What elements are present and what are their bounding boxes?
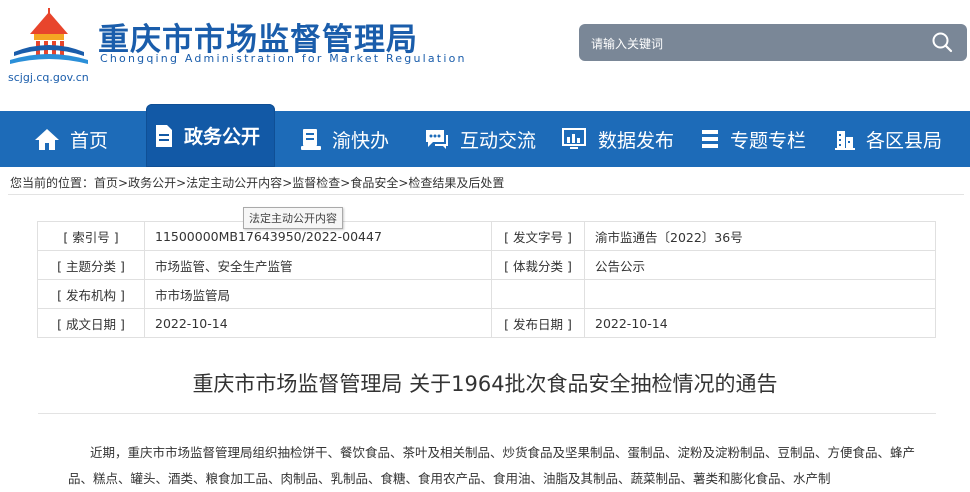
search-box xyxy=(579,24,967,61)
issuer-value: 市市场监管局 xyxy=(144,279,492,309)
topic-value: 市场监管、安全生产监管 xyxy=(144,250,492,280)
nav-item-interaction[interactable]: 互动交流 xyxy=(424,111,536,167)
nav-label-home: 首页 xyxy=(70,129,109,152)
nav-item-data-release[interactable]: 数据发布 xyxy=(562,111,674,167)
published-date-label: [ 发布日期 ] xyxy=(491,308,585,338)
nav-label-interaction: 互动交流 xyxy=(460,129,537,152)
site-header: 重庆市市场监督管理局 Chongqing Administration for … xyxy=(0,0,970,110)
nav-item-government-affairs[interactable]: 政务公开 xyxy=(146,104,275,167)
breadcrumb-link[interactable]: 法定主动公开内容 xyxy=(186,176,282,190)
genre-value: 公告公示 xyxy=(584,250,936,280)
link-tooltip: 法定主动公开内容 xyxy=(243,207,343,229)
breadcrumb-link[interactable]: 监督检查 xyxy=(292,176,340,190)
table-row: [ 主题分类 ] 市场监管、安全生产监管 [ 体裁分类 ] 公告公示 xyxy=(37,250,936,280)
doc-number-label: [ 发文字号 ] xyxy=(491,221,585,251)
title-divider xyxy=(38,413,936,414)
nav-item-yukuaiban[interactable]: 渝快办 xyxy=(300,111,389,167)
site-domain: scjgj.cq.gov.cn xyxy=(8,71,89,84)
breadcrumb-separator: > xyxy=(176,176,187,190)
genre-label: [ 体裁分类 ] xyxy=(491,250,585,280)
topic-label: [ 主题分类 ] xyxy=(37,250,145,280)
published-date-value: 2022-10-14 xyxy=(584,308,936,338)
breadcrumb-link[interactable]: 政务公开 xyxy=(128,176,176,190)
breadcrumb-separator: > xyxy=(282,176,293,190)
building-icon xyxy=(835,131,855,150)
doc-number-value: 渝市监通告〔2022〕36号 xyxy=(584,221,936,251)
home-icon xyxy=(35,129,59,150)
table-row: [ 成文日期 ] 2022-10-14 [ 发布日期 ] 2022-10-14 xyxy=(37,308,936,338)
nav-label-data-release: 数据发布 xyxy=(598,129,675,152)
search-input[interactable] xyxy=(589,33,913,55)
issuer-label: [ 发布机构 ] xyxy=(37,279,145,309)
table-row: [ 索引号 ] 11500000MB17643950/2022-00447 [ … xyxy=(37,221,936,251)
breadcrumb-separator: > xyxy=(118,176,129,190)
nav-item-districts[interactable]: 各区县局 xyxy=(834,111,942,167)
article-title: 重庆市市场监督管理局 关于1964批次食品安全抽检情况的通告 xyxy=(192,372,778,396)
nav-label-special-topics: 专题专栏 xyxy=(730,129,807,152)
breadcrumb-divider xyxy=(8,194,964,195)
breadcrumb-link[interactable]: 食品安全 xyxy=(350,176,398,190)
site-logo[interactable] xyxy=(8,8,90,68)
search-icon[interactable] xyxy=(931,31,953,53)
empty-cell xyxy=(491,279,585,309)
breadcrumb: 您当前的位置：首页>政务公开>法定主动公开内容>监督检查>食品安全>检查结果及后… xyxy=(10,174,504,191)
article-body: 近期，重庆市市场监督管理局组织抽检饼干、餐饮食品、茶叶及相关制品、炒货食品及坚果… xyxy=(68,445,916,486)
created-date-value: 2022-10-14 xyxy=(144,308,492,338)
nav-label-districts: 各区县局 xyxy=(866,129,943,152)
breadcrumb-separator: > xyxy=(398,176,409,190)
main-nav: 首页 政务公开 渝快办 互动交流 数据发布 专题专栏 各区县局 xyxy=(0,104,970,167)
service-icon xyxy=(301,129,321,150)
breadcrumb-prefix: 您当前的位置： xyxy=(10,176,95,190)
nav-label-yukuaiban: 渝快办 xyxy=(332,129,390,152)
empty-cell xyxy=(584,279,936,309)
chat-icon xyxy=(426,130,448,149)
index-label: [ 索引号 ] xyxy=(37,221,145,251)
list-icon xyxy=(702,130,718,148)
nav-item-home[interactable]: 首页 xyxy=(34,111,108,167)
document-info-table: [ 索引号 ] 11500000MB17643950/2022-00447 [ … xyxy=(37,221,936,338)
breadcrumb-link[interactable]: 检查结果及后处置 xyxy=(408,176,504,190)
document-icon xyxy=(156,124,172,147)
table-row: [ 发布机构 ] 市市场监管局 xyxy=(37,279,936,309)
nav-label-government-affairs: 政务公开 xyxy=(184,126,261,148)
breadcrumb-link[interactable]: 首页 xyxy=(94,176,118,190)
site-title-english: Chongqing Administration for Market Regu… xyxy=(100,52,467,65)
created-date-label: [ 成文日期 ] xyxy=(37,308,145,338)
nav-item-special-topics[interactable]: 专题专栏 xyxy=(700,111,806,167)
breadcrumb-separator: > xyxy=(340,176,351,190)
chart-icon xyxy=(562,128,586,149)
